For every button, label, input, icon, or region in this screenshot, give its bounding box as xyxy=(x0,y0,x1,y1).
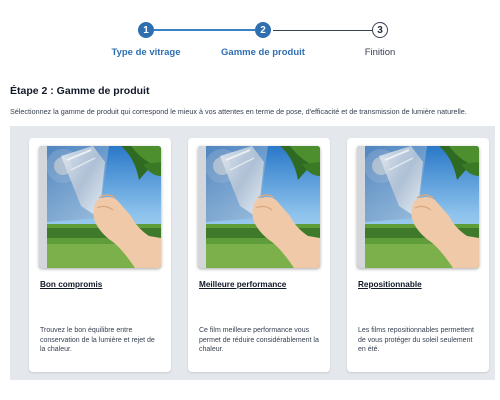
window-film-peel-image xyxy=(357,146,479,268)
window-film-peel-image xyxy=(39,146,161,268)
product-description: Les films repositionnables permettent de… xyxy=(358,327,474,353)
window-film-peel-image xyxy=(198,146,320,268)
step-number-2: 2 xyxy=(255,22,271,38)
step-gamme-de-produit[interactable]: 2 Gamme de produit xyxy=(198,0,328,58)
product-name-link[interactable]: Meilleure performance xyxy=(199,280,286,289)
step-type-de-vitrage[interactable]: 1 Type de vitrage xyxy=(81,0,211,58)
section-title: Étape 2 : Gamme de produit xyxy=(10,85,150,97)
product-card-repositionnable[interactable]: Repositionnable Les films repositionnabl… xyxy=(347,138,489,372)
step-label-3: Finition xyxy=(364,47,396,58)
step-label-2: Gamme de produit xyxy=(221,47,305,58)
step-finition: 3 Finition xyxy=(315,0,445,58)
step-number-3: 3 xyxy=(372,22,388,38)
product-name-link[interactable]: Repositionnable xyxy=(358,280,422,289)
product-description: Ce film meilleure performance vous perme… xyxy=(199,327,319,353)
product-name-link[interactable]: Bon compromis xyxy=(40,280,102,289)
progress-stepper: 1 Type de vitrage 2 Gamme de produit 3 F… xyxy=(0,0,500,70)
product-card-bon-compromis[interactable]: Bon compromis Trouvez le bon équilibre e… xyxy=(29,138,171,372)
product-card-meilleure-performance[interactable]: Meilleure performance Ce film meilleure … xyxy=(188,138,330,372)
section-description: Sélectionnez la gamme de produit qui cor… xyxy=(10,107,467,116)
step-number-1: 1 xyxy=(138,22,154,38)
product-description: Trouvez le bon équilibre entre conservat… xyxy=(40,327,155,353)
step-label-1: Type de vitrage xyxy=(111,47,181,58)
